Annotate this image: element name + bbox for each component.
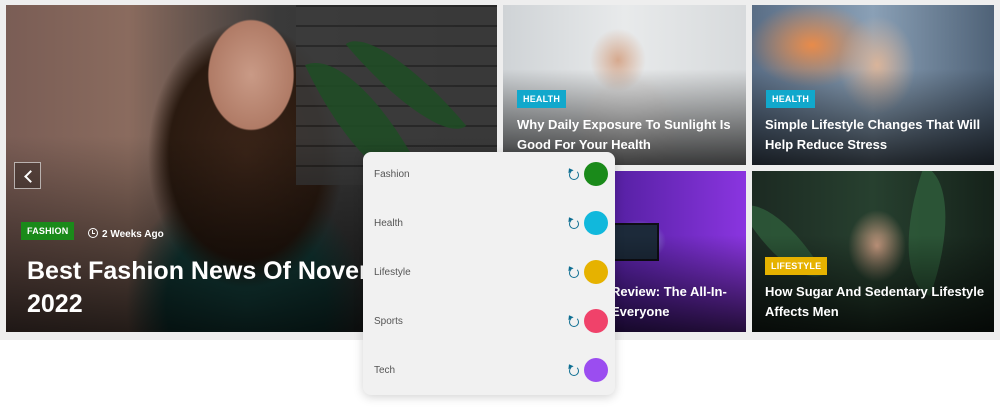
color-row-fashion: Fashion [363, 152, 615, 201]
post-title-line[interactable]: Help Reduce Stress [765, 135, 980, 155]
color-row-tech: Tech [363, 348, 615, 397]
color-row-sports: Sports [363, 299, 615, 348]
post-card[interactable]: HEALTH Why Daily Exposure To Sunlight Is… [503, 5, 746, 165]
post-title-line[interactable]: How Sugar And Sedentary Lifestyle [765, 282, 984, 302]
clock-icon [88, 228, 98, 238]
color-row-label: Health [374, 218, 403, 229]
color-row-label: Sports [374, 316, 403, 327]
post-title-line[interactable]: Everyone [611, 302, 727, 322]
post-title[interactable]: Why Daily Exposure To Sunlight Is Good F… [517, 115, 731, 155]
post-title[interactable]: How Sugar And Sedentary Lifestyle Affect… [765, 282, 984, 322]
post-title-line[interactable]: Affects Men [765, 302, 984, 322]
post-title[interactable]: Review: The All-In- Everyone [611, 282, 727, 322]
color-row-lifestyle: Lifestyle [363, 250, 615, 299]
reset-icon[interactable] [569, 366, 579, 376]
post-card[interactable]: LIFESTYLE How Sugar And Sedentary Lifest… [752, 171, 994, 332]
color-row-label: Fashion [374, 169, 410, 180]
category-badge-health[interactable]: HEALTH [766, 90, 816, 108]
color-row-label: Tech [374, 365, 396, 376]
post-title[interactable]: Simple Lifestyle Changes That Will Help … [765, 115, 980, 155]
post-time: 2 Weeks Ago [88, 227, 164, 243]
color-swatch-tech[interactable] [584, 358, 608, 382]
color-swatch-lifestyle[interactable] [584, 260, 608, 284]
reset-icon[interactable] [569, 219, 579, 229]
post-title-line[interactable]: Why Daily Exposure To Sunlight Is [517, 115, 731, 135]
category-badge-fashion[interactable]: FASHION [21, 222, 75, 240]
color-swatch-health[interactable] [584, 211, 608, 235]
post-card[interactable]: HEALTH Simple Lifestyle Changes That Wil… [752, 5, 994, 165]
color-row-label: Lifestyle [374, 267, 411, 278]
color-row-health: Health [363, 201, 615, 250]
color-swatch-fashion[interactable] [584, 162, 608, 186]
reset-icon[interactable] [569, 268, 579, 278]
category-badge-lifestyle[interactable]: LIFESTYLE [765, 257, 828, 275]
post-title-line[interactable]: Simple Lifestyle Changes That Will [765, 115, 980, 135]
color-swatch-sports[interactable] [584, 309, 608, 333]
reset-icon[interactable] [569, 317, 579, 327]
post-title-line[interactable]: Review: The All-In- [611, 282, 727, 302]
reset-icon[interactable] [569, 170, 579, 180]
category-color-picker: Fashion Health Lifestyle Sports Tech [363, 152, 615, 395]
category-badge-health[interactable]: HEALTH [517, 90, 567, 108]
slider-prev-button[interactable] [14, 162, 41, 189]
post-time-text: 2 Weeks Ago [102, 229, 164, 240]
